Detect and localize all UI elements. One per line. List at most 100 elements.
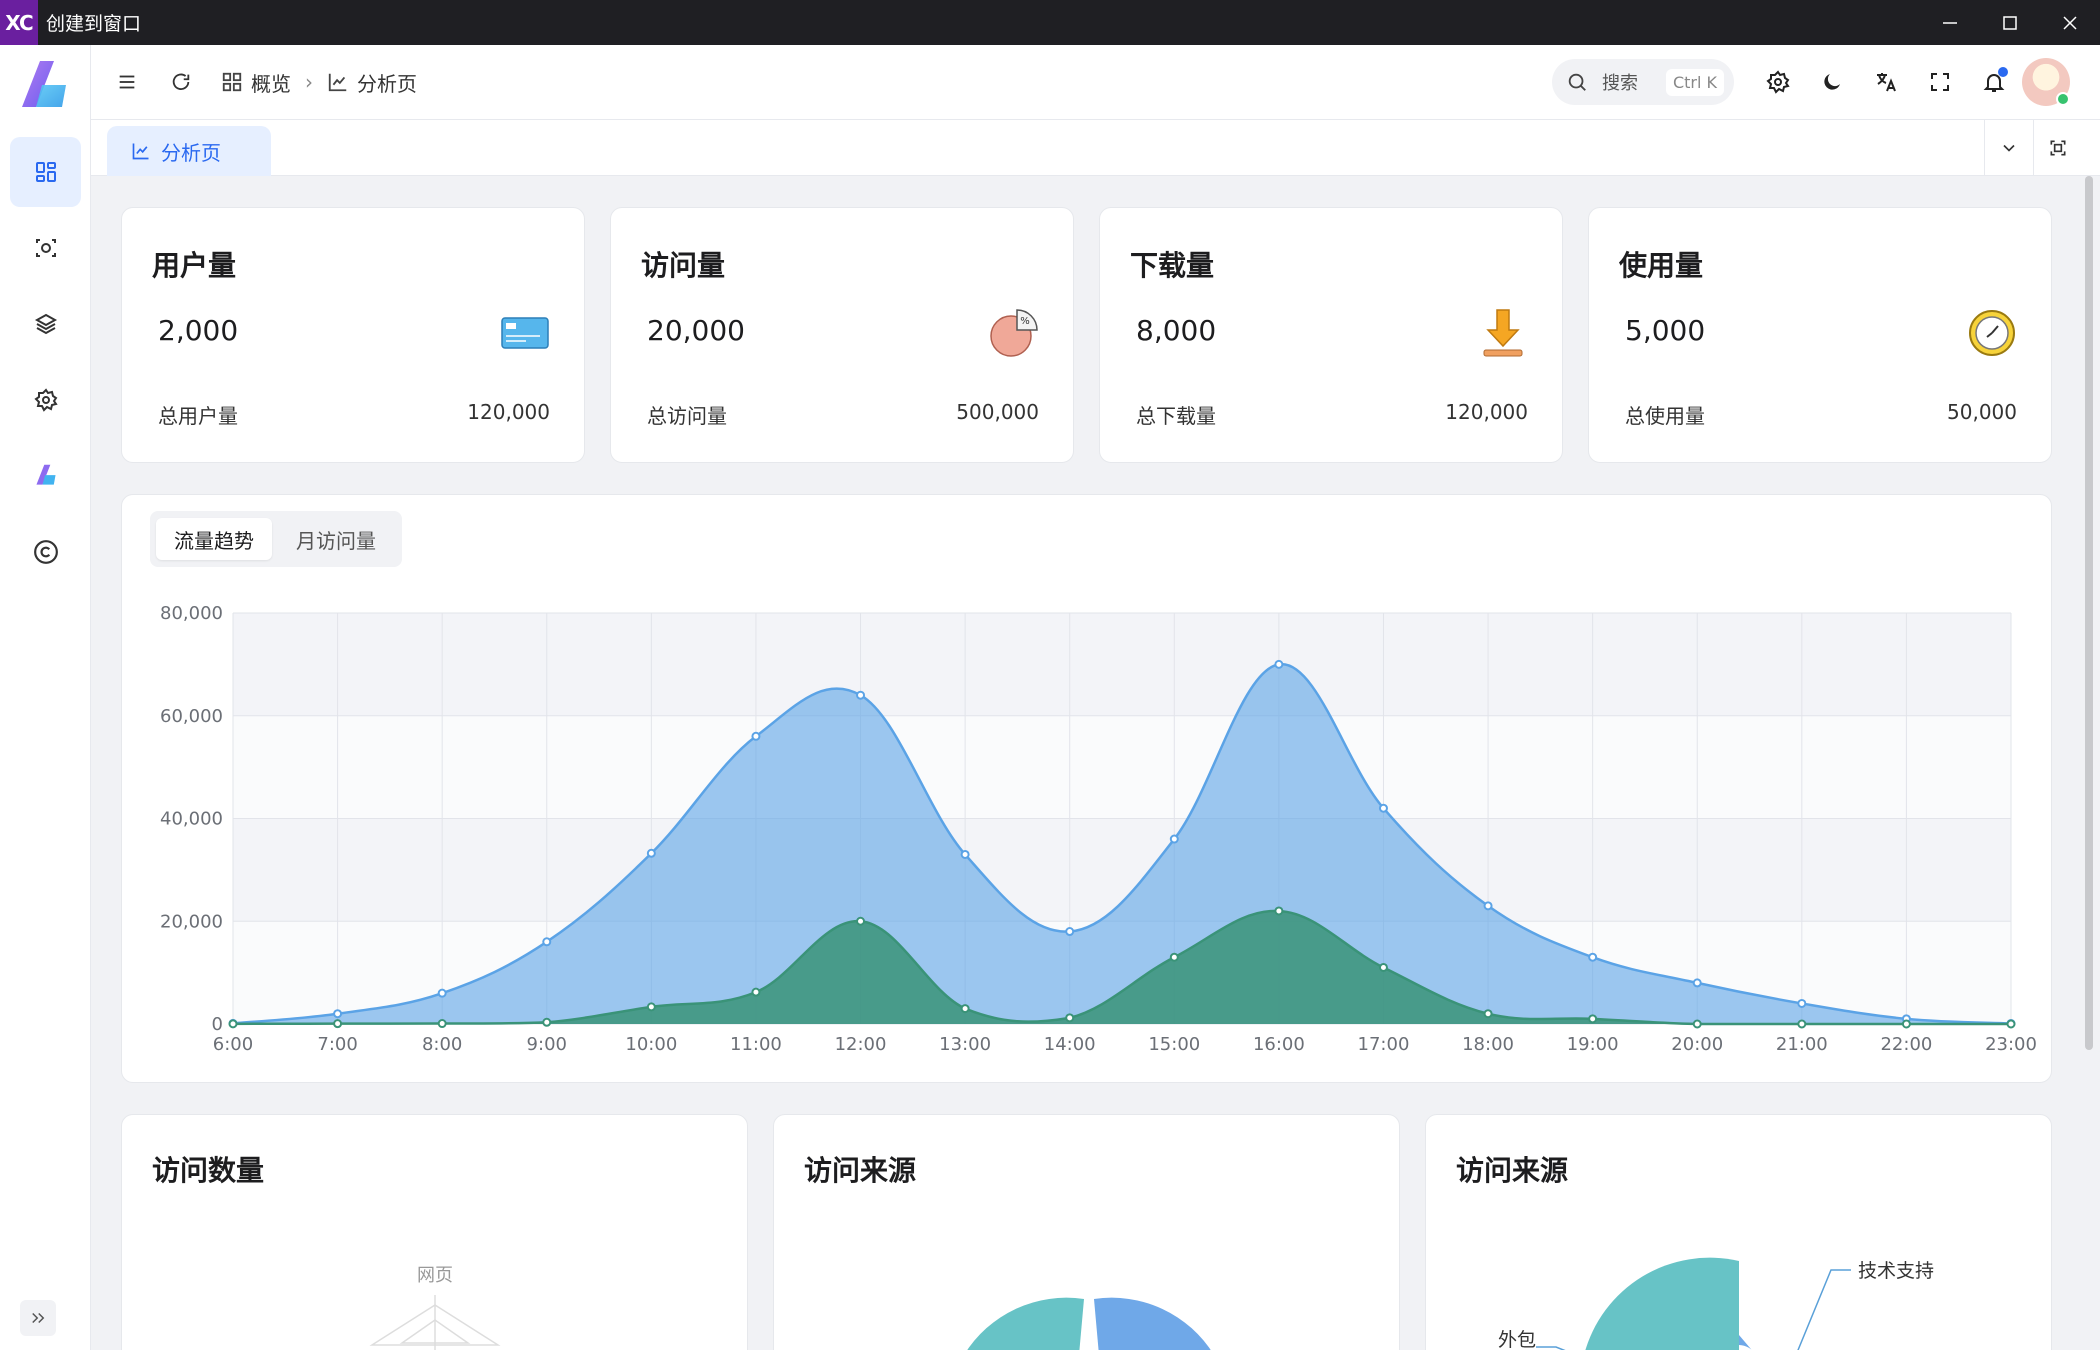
search-box[interactable]: 搜索 Ctrl K	[1552, 59, 1734, 105]
tab-maximize-button[interactable]	[2033, 120, 2082, 176]
brand-logo-icon	[22, 61, 66, 107]
x-tick-label: 22:00	[1880, 1034, 1932, 1055]
stat-value: 8,000	[1136, 314, 1217, 347]
moon-icon	[1824, 74, 1840, 90]
data-point	[1797, 1019, 1807, 1029]
x-tick-label: 13:00	[939, 1034, 991, 1055]
breadcrumb-item-overview[interactable]: 概览	[221, 68, 291, 97]
x-tick-label: 19:00	[1567, 1034, 1619, 1055]
pie-slice	[1094, 1297, 1211, 1350]
breadcrumb-label: 分析页	[357, 71, 417, 96]
theme-toggle-button[interactable]	[1814, 64, 1850, 100]
data-point	[1065, 1013, 1075, 1023]
data-point	[1378, 962, 1388, 972]
user-avatar[interactable]	[2022, 58, 2070, 106]
rail-item-dashboard[interactable]	[10, 137, 81, 207]
data-point	[542, 937, 552, 947]
tab-label: 分析页	[161, 140, 221, 165]
x-tick-label: 20:00	[1671, 1034, 1723, 1055]
x-tick-label: 15:00	[1148, 1034, 1200, 1055]
rose-slice	[1585, 1257, 1739, 1350]
rail-item-settings[interactable]	[10, 365, 81, 435]
stat-total: 500,000	[956, 400, 1039, 424]
x-tick-label: 18:00	[1462, 1034, 1514, 1055]
brand-logo[interactable]	[14, 57, 78, 117]
data-point	[856, 916, 866, 926]
side-rail	[0, 45, 91, 1350]
data-point	[1483, 901, 1493, 911]
chevrons-right-icon	[32, 1312, 45, 1324]
rose-slice	[1739, 1335, 1752, 1350]
y-tick-label: 80,000	[160, 603, 223, 624]
data-point	[2006, 1019, 2016, 1029]
chevron-down-icon	[2003, 144, 2015, 152]
data-point	[1483, 1009, 1493, 1019]
data-point	[1274, 906, 1284, 916]
data-point	[1588, 952, 1598, 962]
rail-item-components[interactable]	[10, 289, 81, 359]
notifications-button[interactable]	[1976, 64, 2012, 100]
minimize-button[interactable]	[1920, 0, 1980, 45]
tabs-dropdown-button[interactable]	[1984, 120, 2033, 176]
close-button[interactable]	[2040, 0, 2100, 45]
stat-total: 120,000	[467, 400, 550, 424]
y-tick-label: 40,000	[160, 809, 223, 830]
fullscreen-icon	[1931, 73, 1949, 91]
data-point	[1065, 927, 1075, 937]
close-icon	[2063, 15, 2077, 30]
x-tick-label: 7:00	[317, 1034, 357, 1055]
x-tick-label: 12:00	[835, 1034, 887, 1055]
data-point	[1692, 1019, 1702, 1029]
brand-small-icon	[35, 464, 56, 485]
clock-icon	[1969, 310, 2015, 356]
data-point	[437, 1019, 447, 1029]
rose-chart: 技术支持 外包	[1498, 1257, 1934, 1350]
refresh-icon	[172, 73, 190, 91]
label-line	[1797, 1269, 1851, 1350]
expand-sidebar-button[interactable]	[20, 1300, 56, 1336]
download-icon	[1483, 309, 1523, 357]
data-point	[856, 690, 866, 700]
data-point	[1274, 659, 1284, 669]
grid-band	[233, 715, 2011, 819]
fullscreen-button[interactable]	[1922, 64, 1958, 100]
card-icon	[501, 317, 549, 349]
rail-item-about[interactable]	[10, 517, 81, 587]
menu-icon	[119, 75, 135, 89]
gear-icon	[33, 388, 58, 412]
window-titlebar: XC 创建到窗口	[0, 0, 2100, 45]
scan-icon	[35, 239, 56, 257]
data-point	[1588, 1014, 1598, 1024]
search-icon	[1568, 73, 1586, 91]
minimize-icon	[1943, 21, 1957, 24]
data-point	[646, 1002, 656, 1012]
stat-title: 访问量	[641, 249, 726, 282]
rail-item-project[interactable]	[10, 441, 81, 511]
language-button[interactable]	[1868, 64, 1904, 100]
pie-chart	[967, 1297, 1211, 1350]
copyright-icon	[33, 540, 58, 564]
tab-analysis[interactable]: 分析页	[107, 126, 271, 176]
radar-label: 网页	[417, 1265, 453, 1286]
grid-band	[233, 613, 2011, 716]
x-tick-label: 11:00	[730, 1034, 782, 1055]
data-point	[1797, 998, 1807, 1008]
stat-card-visits: 访问量 20,000 % 总访问量 500,000	[610, 207, 1074, 463]
stat-sub-label: 总下载量	[1136, 404, 1216, 428]
vertical-scrollbar[interactable]	[2085, 176, 2093, 1050]
data-point	[751, 731, 761, 741]
maximize-icon	[2003, 15, 2017, 30]
maximize-button[interactable]	[1980, 0, 2040, 45]
menu-toggle-button[interactable]	[109, 64, 145, 100]
x-tick-label: 14:00	[1044, 1034, 1096, 1055]
y-tick-label: 20,000	[160, 911, 223, 932]
x-tick-label: 10:00	[625, 1034, 677, 1055]
preferences-button[interactable]	[1760, 64, 1796, 100]
refresh-button[interactable]	[163, 64, 199, 100]
layers-icon	[34, 313, 57, 335]
chart-icon	[328, 73, 347, 92]
breadcrumb-item-analysis[interactable]: 分析页	[327, 68, 417, 97]
stat-total: 120,000	[1445, 400, 1528, 424]
rail-item-demos[interactable]	[10, 213, 81, 283]
search-shortcut: Ctrl K	[1665, 68, 1724, 96]
